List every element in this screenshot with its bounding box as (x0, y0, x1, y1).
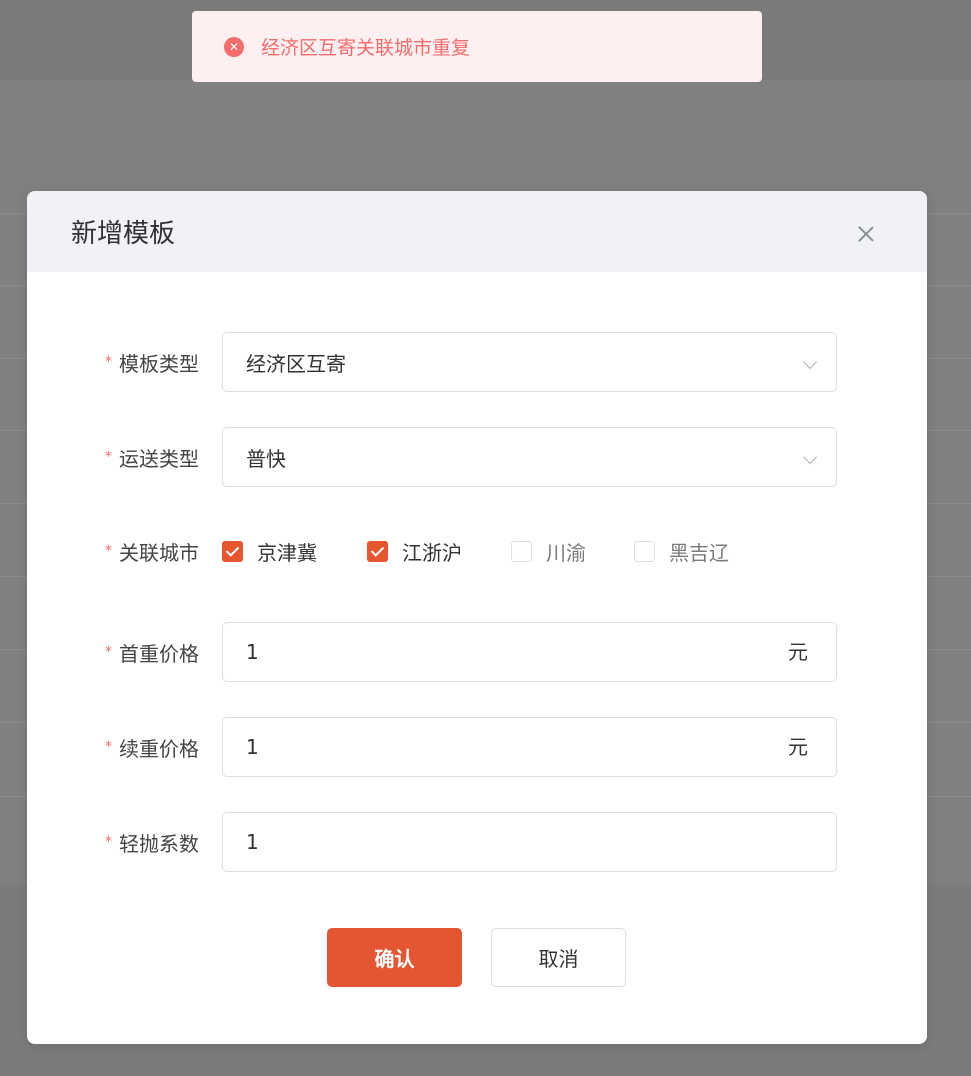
checkbox-label: 黑吉辽 (669, 540, 729, 565)
required-mark: * (105, 739, 112, 755)
cities-label: 关联城市 (119, 540, 199, 565)
cancel-button[interactable]: 取消 (491, 928, 626, 987)
checkbox-label: 京津冀 (257, 540, 317, 565)
checkbox-label: 川渝 (546, 540, 586, 565)
cities-checkbox-group: 京津冀 江浙沪 川渝 黑吉辽 (222, 521, 729, 581)
form-row-shipping-type: * 运送类型 普快 (27, 427, 927, 487)
checkbox-unchecked-icon[interactable] (511, 540, 532, 562)
currency-unit: 元 (788, 640, 808, 664)
form-row-first-weight-price: * 首重价格 1 元 (27, 622, 927, 682)
error-toast: ✕ 经济区互寄关联城市重复 (192, 11, 762, 82)
shipping-type-label: 运送类型 (119, 446, 199, 471)
close-icon[interactable] (857, 225, 875, 243)
checkbox-heijiliao[interactable]: 黑吉辽 (634, 537, 729, 566)
checkbox-label: 江浙沪 (402, 540, 462, 565)
checkbox-unchecked-icon[interactable] (634, 540, 655, 562)
form-label: * 轻抛系数 (105, 812, 205, 872)
form-label: * 运送类型 (105, 427, 205, 487)
currency-unit: 元 (788, 735, 808, 759)
template-type-label: 模板类型 (119, 351, 199, 376)
dialog-title: 新增模板 (71, 219, 176, 249)
first-weight-price-label: 首重价格 (119, 641, 199, 666)
extra-weight-price-input[interactable]: 1 元 (222, 717, 837, 777)
checkbox-jiangzhehu[interactable]: 江浙沪 (367, 537, 511, 566)
light-factor-input[interactable]: 1 (222, 812, 837, 872)
checkbox-checked-icon[interactable] (367, 540, 388, 562)
checkbox-jingjinji[interactable]: 京津冀 (222, 537, 367, 566)
form-label: * 模板类型 (105, 332, 205, 392)
add-template-dialog: 新增模板 * 模板类型 经济区互寄 * 运送类型 普快 * 关联城市 京津冀 江… (27, 191, 927, 1044)
light-factor-label: 轻抛系数 (119, 831, 199, 856)
confirm-button[interactable]: 确认 (327, 928, 462, 987)
form-label: * 关联城市 (105, 521, 205, 581)
form-label: * 首重价格 (105, 622, 205, 682)
first-weight-price-input[interactable]: 1 元 (222, 622, 837, 682)
shipping-type-select[interactable]: 普快 (222, 427, 837, 487)
extra-weight-price-label: 续重价格 (119, 736, 199, 761)
form-label: * 续重价格 (105, 717, 205, 777)
form-row-cities: * 关联城市 京津冀 江浙沪 川渝 黑吉辽 (27, 521, 927, 581)
form-row-light-factor: * 轻抛系数 1 (27, 812, 927, 872)
shipping-type-value: 普快 (246, 446, 286, 471)
dialog-header: 新增模板 (27, 191, 927, 272)
chevron-down-icon (802, 354, 818, 370)
extra-weight-price-value: 1 (246, 735, 259, 759)
required-mark: * (105, 644, 112, 660)
required-mark: * (105, 354, 112, 370)
light-factor-value: 1 (246, 830, 259, 854)
required-mark: * (105, 834, 112, 850)
chevron-down-icon (802, 449, 818, 465)
required-mark: * (105, 449, 112, 465)
first-weight-price-value: 1 (246, 640, 259, 664)
template-type-value: 经济区互寄 (246, 351, 346, 376)
form-row-template-type: * 模板类型 经济区互寄 (27, 332, 927, 392)
template-type-select[interactable]: 经济区互寄 (222, 332, 837, 392)
form-row-extra-weight-price: * 续重价格 1 元 (27, 717, 927, 777)
required-mark: * (105, 543, 112, 559)
checkbox-checked-icon[interactable] (222, 540, 243, 562)
toast-message: 经济区互寄关联城市重复 (261, 37, 471, 59)
checkbox-chuanyu[interactable]: 川渝 (511, 537, 634, 566)
close-circle-icon: ✕ (224, 36, 244, 57)
